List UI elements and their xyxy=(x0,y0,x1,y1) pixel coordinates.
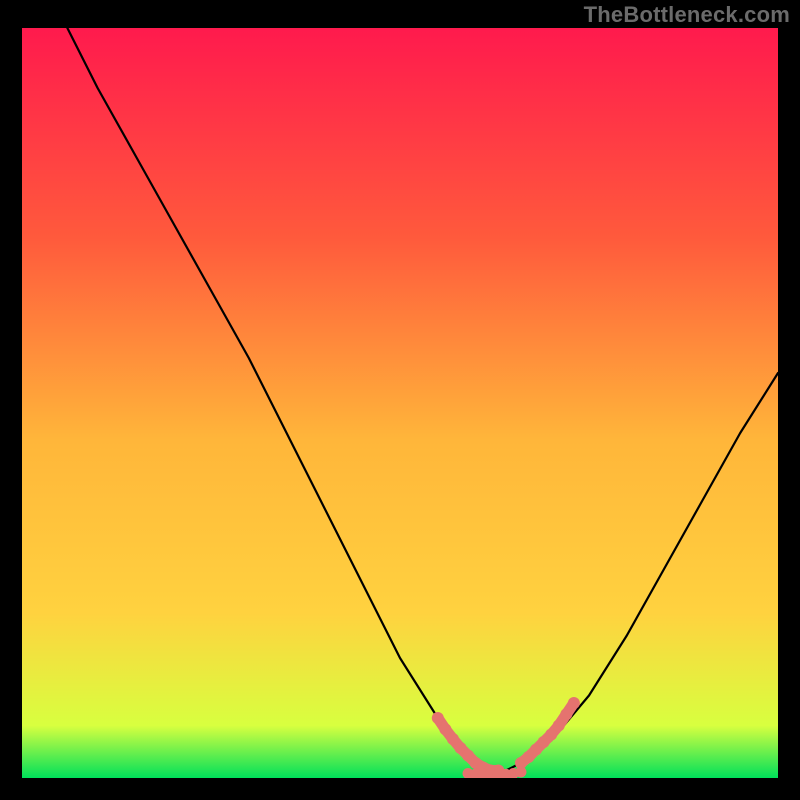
gradient-bg xyxy=(22,28,778,778)
bead xyxy=(553,720,565,732)
dot xyxy=(515,767,526,778)
plot-svg xyxy=(22,28,778,778)
bead xyxy=(439,723,451,735)
bead xyxy=(432,712,444,724)
plot-area xyxy=(22,28,778,778)
chart-container: TheBottleneck.com xyxy=(0,0,800,800)
bead xyxy=(560,708,572,720)
watermark-text: TheBottleneck.com xyxy=(584,2,790,28)
bead xyxy=(568,697,580,709)
